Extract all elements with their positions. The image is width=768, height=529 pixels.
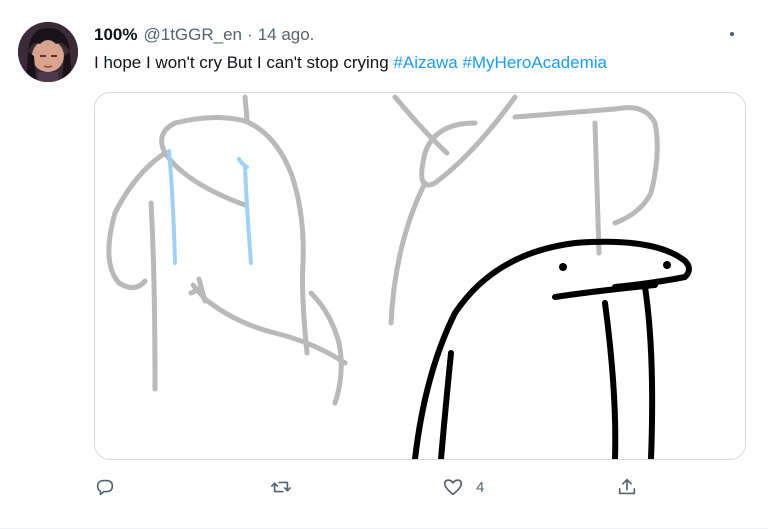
retweet-icon (271, 481, 291, 493)
display-name[interactable]: 100% (94, 25, 137, 45)
share-icon (618, 478, 636, 495)
hashtag-aizawa[interactable]: #Aizawa (393, 53, 457, 72)
more-options-button[interactable] (718, 22, 746, 46)
separator: · (247, 25, 253, 44)
tweet-card[interactable]: 100% @1tGGR_en · 14 ago. I hope I won't … (0, 0, 768, 529)
more-horizontal-icon (730, 32, 734, 36)
avatar[interactable] (18, 22, 78, 82)
tweet-actions: 4 (94, 474, 654, 500)
retweet-button[interactable] (270, 474, 304, 500)
avatar-image (18, 22, 78, 82)
tweet-header: 100% @1tGGR_en · 14 ago. (94, 24, 314, 46)
reply-icon (96, 479, 114, 496)
tweet-text: I hope I won't cry But I can't stop cryi… (94, 52, 607, 74)
tweet-text-plain: I hope I won't cry But I can't stop cryi… (94, 53, 394, 72)
like-button[interactable]: 4 (442, 474, 484, 500)
reply-button[interactable] (94, 474, 128, 500)
drawing-illustration (95, 93, 745, 459)
tweet-media-image[interactable] (94, 92, 746, 460)
hashtag-myheroacademia[interactable]: #MyHeroAcademia (462, 53, 607, 72)
share-button[interactable] (616, 474, 638, 500)
like-count: 4 (476, 478, 485, 496)
user-handle[interactable]: @1tGGR_en (143, 25, 242, 45)
heart-icon (443, 479, 463, 496)
timestamp[interactable]: 14 ago. (258, 25, 315, 45)
